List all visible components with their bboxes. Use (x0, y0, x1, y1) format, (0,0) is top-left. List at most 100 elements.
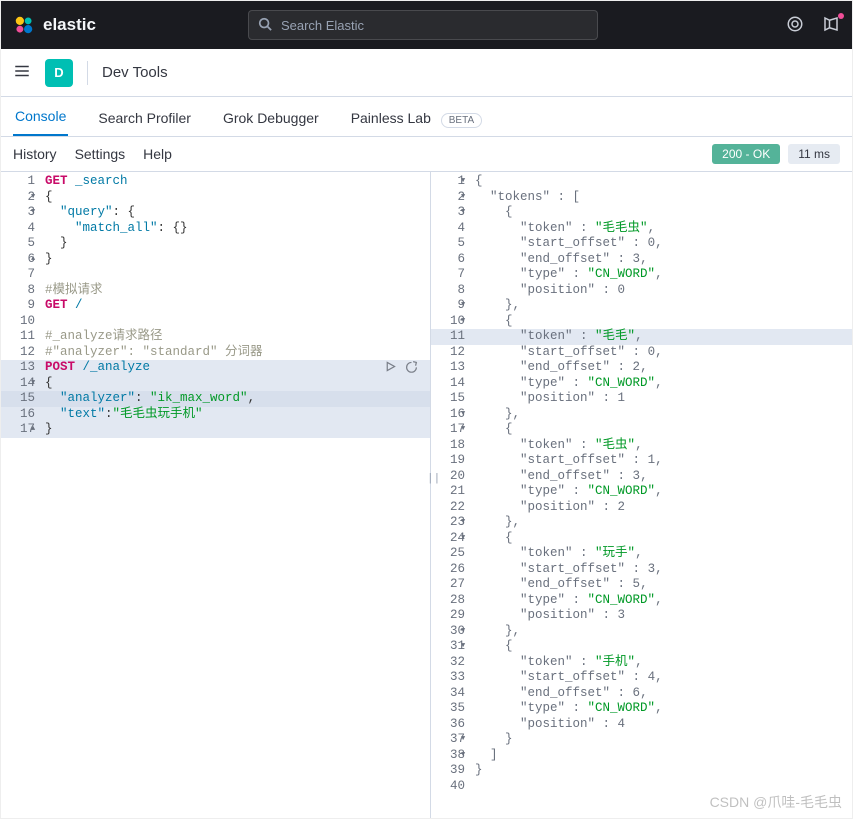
code-line[interactable]: GET / (45, 298, 430, 314)
code-line[interactable]: "tokens" : [ (475, 190, 852, 206)
code-line[interactable]: "token" : "玩手", (475, 546, 852, 562)
fold-toggle-icon[interactable]: ▼ (461, 624, 465, 640)
fold-toggle-icon[interactable]: ▼ (461, 639, 465, 655)
code-line[interactable]: "position" : 2 (475, 500, 852, 516)
code-line[interactable]: { (45, 190, 430, 206)
code-line[interactable]: #"analyzer": "standard" 分词器 (45, 345, 430, 361)
news-icon[interactable] (822, 15, 840, 36)
request-options-icon[interactable] (405, 360, 418, 379)
code-line[interactable]: "type" : "CN_WORD", (475, 593, 852, 609)
code-line[interactable]: { (475, 174, 852, 190)
line-number: 35 (431, 701, 465, 717)
code-line[interactable]: #_analyze请求路径 (45, 329, 430, 345)
fold-toggle-icon[interactable]: ▼ (461, 422, 465, 438)
line-number: 16 (431, 407, 465, 423)
code-line[interactable]: POST /_analyze (45, 360, 430, 376)
hamburger-icon[interactable] (13, 62, 31, 83)
code-line[interactable]: { (45, 376, 430, 392)
code-line[interactable]: "end_offset" : 2, (475, 360, 852, 376)
code-line[interactable]: "type" : "CN_WORD", (475, 267, 852, 283)
code-line[interactable]: "analyzer": "ik_max_word", (45, 391, 430, 407)
global-search[interactable] (248, 10, 598, 40)
code-line[interactable]: #模拟请求 (45, 283, 430, 299)
fold-toggle-icon[interactable]: ▼ (461, 174, 465, 190)
code-line[interactable]: } (475, 763, 852, 779)
fold-toggle-icon[interactable]: ▼ (461, 748, 465, 764)
code-line[interactable]: "end_offset" : 5, (475, 577, 852, 593)
tab-painless-lab[interactable]: Painless Lab BETA (349, 110, 484, 136)
code-line[interactable]: "start_offset" : 3, (475, 562, 852, 578)
code-line[interactable]: "start_offset" : 0, (475, 236, 852, 252)
fold-toggle-icon[interactable]: ▼ (461, 298, 465, 314)
fold-toggle-icon[interactable]: ▲ (31, 422, 35, 438)
code-line[interactable]: { (475, 531, 852, 547)
code-line[interactable]: "token" : "毛毛虫", (475, 221, 852, 237)
code-line[interactable]: "end_offset" : 3, (475, 469, 852, 485)
code-line[interactable]: "end_offset" : 6, (475, 686, 852, 702)
help-icon[interactable] (786, 15, 804, 36)
code-line[interactable]: GET _search (45, 174, 430, 190)
code-line[interactable]: }, (475, 515, 852, 531)
line-number: 23 (431, 515, 465, 531)
code-line[interactable]: }, (475, 624, 852, 640)
line-number: 5 (1, 236, 35, 252)
fold-toggle-icon[interactable]: ▼ (461, 531, 465, 547)
code-line[interactable]: { (475, 205, 852, 221)
tab-search-profiler[interactable]: Search Profiler (96, 110, 193, 136)
code-line[interactable]: "match_all": {} (45, 221, 430, 237)
code-line[interactable]: } (45, 236, 430, 252)
code-line[interactable]: "position" : 4 (475, 717, 852, 733)
code-line[interactable]: "position" : 3 (475, 608, 852, 624)
request-editor[interactable]: 1234567891011121314151617 GET _search{ "… (1, 172, 431, 819)
run-request-icon[interactable] (384, 360, 397, 379)
code-line[interactable]: "end_offset" : 3, (475, 252, 852, 268)
code-line[interactable] (45, 267, 430, 283)
line-number: 38 (431, 748, 465, 764)
response-viewer[interactable]: || 1234567891011121314151617181920212223… (431, 172, 852, 819)
fold-toggle-icon[interactable]: ▼ (31, 205, 35, 221)
fold-toggle-icon[interactable]: ▼ (461, 732, 465, 748)
code-line[interactable]: "token" : "手机", (475, 655, 852, 671)
line-number: 34 (431, 686, 465, 702)
code-line[interactable]: "start_offset" : 1, (475, 453, 852, 469)
code-line[interactable]: "text":"毛毛虫玩手机" (45, 407, 430, 423)
code-line[interactable] (45, 314, 430, 330)
code-line[interactable]: "token" : "毛虫", (475, 438, 852, 454)
code-line[interactable]: "query": { (45, 205, 430, 221)
code-line[interactable]: { (475, 639, 852, 655)
code-line[interactable]: } (475, 732, 852, 748)
fold-toggle-icon[interactable]: ▼ (461, 190, 465, 206)
code-line[interactable] (475, 779, 852, 795)
code-line[interactable]: } (45, 252, 430, 268)
code-line[interactable]: ] (475, 748, 852, 764)
tab-console[interactable]: Console (13, 108, 68, 136)
settings-link[interactable]: Settings (75, 146, 126, 162)
brand-logo[interactable]: elastic (13, 14, 96, 36)
code-line[interactable]: "start_offset" : 0, (475, 345, 852, 361)
fold-toggle-icon[interactable]: ▲ (31, 252, 35, 268)
tab-grok-debugger[interactable]: Grok Debugger (221, 110, 321, 136)
code-line[interactable]: "token" : "毛毛", (475, 329, 852, 345)
code-line[interactable]: "type" : "CN_WORD", (475, 376, 852, 392)
code-line[interactable]: "type" : "CN_WORD", (475, 701, 852, 717)
code-line[interactable]: }, (475, 298, 852, 314)
code-line[interactable]: "type" : "CN_WORD", (475, 484, 852, 500)
fold-toggle-icon[interactable]: ▼ (461, 314, 465, 330)
code-line[interactable]: }, (475, 407, 852, 423)
fold-toggle-icon[interactable]: ▼ (31, 376, 35, 392)
history-link[interactable]: History (13, 146, 57, 162)
line-number: 20 (431, 469, 465, 485)
help-link[interactable]: Help (143, 146, 172, 162)
code-line[interactable]: { (475, 314, 852, 330)
fold-toggle-icon[interactable]: ▼ (461, 407, 465, 423)
fold-toggle-icon[interactable]: ▼ (31, 190, 35, 206)
code-line[interactable]: } (45, 422, 430, 438)
code-line[interactable]: "start_offset" : 4, (475, 670, 852, 686)
fold-toggle-icon[interactable]: ▼ (461, 205, 465, 221)
line-number: 3 (431, 205, 465, 221)
code-line[interactable]: "position" : 1 (475, 391, 852, 407)
search-input[interactable] (248, 10, 598, 40)
fold-toggle-icon[interactable]: ▼ (461, 515, 465, 531)
code-line[interactable]: "position" : 0 (475, 283, 852, 299)
code-line[interactable]: { (475, 422, 852, 438)
